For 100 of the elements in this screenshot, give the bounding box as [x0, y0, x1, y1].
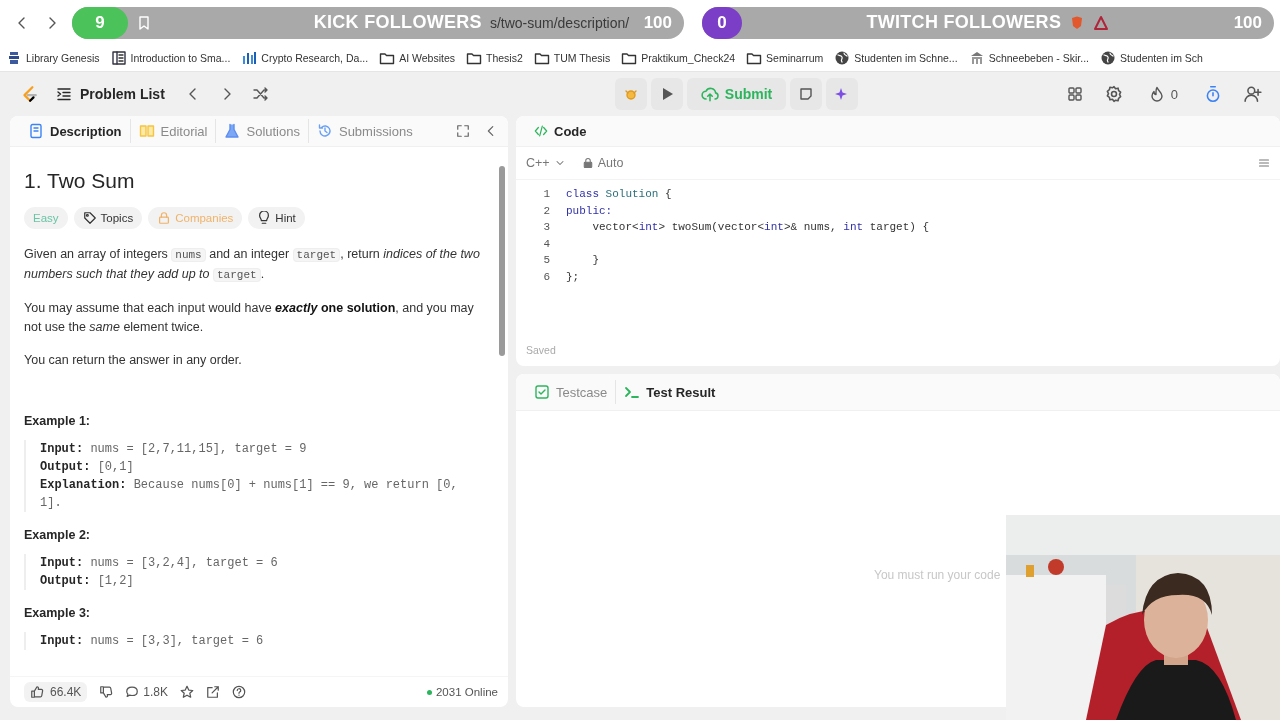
description-paragraph: You may assume that each input would have exactly one solution, and you may not use the same element twice.: [24, 300, 475, 336]
flame-icon: [1148, 85, 1165, 103]
terminal-icon: [624, 384, 641, 400]
bars-icon: [241, 50, 258, 66]
cloud-upload-icon: [700, 85, 719, 103]
description-paragraph: You can return the answer in any order.: [24, 352, 243, 369]
tag-icon: [82, 211, 97, 225]
flask-icon: [224, 123, 241, 139]
checkbox-icon: [534, 384, 550, 400]
bookmark[interactable]: Library Genesis: [6, 50, 100, 66]
code-line: };: [566, 270, 580, 283]
folder-icon: [621, 50, 638, 66]
star-icon: [180, 685, 195, 699]
bookmark[interactable]: Studenten im Sch: [1100, 50, 1203, 66]
grid-icon: [1066, 86, 1083, 102]
folder-icon: [465, 50, 482, 66]
bookmark[interactable]: Thesis2: [465, 50, 523, 66]
language-dropdown[interactable]: C++: [526, 156, 566, 170]
overlay-title: TWITCH FOLLOWERS: [866, 12, 1062, 33]
book-icon: [138, 123, 155, 139]
code-line: class Solution {: [566, 188, 672, 201]
follower-count: 0: [702, 6, 742, 39]
code-line: vector<int> twoSum(vector<int>& nums, int target) {: [591, 221, 930, 234]
add-user-button[interactable]: [1242, 83, 1264, 105]
example-heading: Example 1:: [24, 414, 91, 428]
bulb-icon: [257, 211, 272, 225]
tag-chip[interactable]: Topics: [73, 207, 143, 229]
note-button[interactable]: [790, 78, 823, 110]
dislike-button[interactable]: [99, 685, 114, 699]
description-paragraph: Given an array of integers nums and an integer target , return indices of the two numbers such that they add up to target .: [24, 246, 481, 284]
folder-icon: [746, 50, 763, 66]
folder-icon: [533, 50, 550, 66]
scrollbar[interactable]: [499, 166, 505, 356]
online-count: 2031 Online: [426, 686, 498, 698]
example-line: Input: nums = [2,7,11,15], target = 9: [40, 441, 308, 458]
bookmark[interactable]: TUM Thesis: [533, 50, 611, 66]
line-number: 1: [542, 188, 551, 201]
follower-goal: 100: [1233, 12, 1262, 33]
follower-goal: 100: [643, 12, 672, 33]
add-user-icon: [1244, 85, 1262, 103]
tag-chip[interactable]: Hint: [248, 207, 305, 229]
lock-icon: [581, 157, 594, 169]
thumbs-down-icon: [99, 685, 114, 699]
favorite-button[interactable]: [180, 685, 195, 699]
example-line: Input: nums = [3,2,4], target = 6: [40, 555, 279, 572]
books-icon: [6, 50, 22, 66]
problem-title: 1. Two Sum: [24, 169, 136, 193]
help-button[interactable]: [232, 685, 247, 699]
folder-icon: [379, 50, 396, 66]
history-icon: [316, 123, 333, 139]
expand-icon: [456, 124, 470, 138]
menu-icon: [1258, 157, 1270, 169]
line-number: 3: [542, 221, 551, 234]
streak-button[interactable]: 0: [1142, 84, 1184, 104]
problem-list-button[interactable]: Problem List: [52, 82, 169, 106]
logo-icon: [20, 85, 38, 103]
document-icon: [28, 123, 44, 139]
example-heading: Example 3:: [24, 606, 91, 620]
example-line: Explanation: Because nums[0] + nums[1] == 9, we return [0, 1].: [40, 477, 459, 512]
panel-tab[interactable]: Description: [20, 119, 131, 143]
follower-count: 9: [72, 6, 128, 39]
bookmark[interactable]: Seminarrum: [746, 50, 824, 66]
overlay-title: KICK FOLLOWERS: [313, 12, 482, 33]
thumbs-up-icon: [30, 685, 44, 699]
code-icon: [534, 124, 548, 138]
line-number: 2: [542, 204, 551, 217]
example-line: Output: [0,1]: [40, 459, 135, 476]
bookmark[interactable]: AI Websites: [379, 50, 455, 66]
triangle-icon: [1093, 14, 1110, 31]
example-line: Output: [1,2]: [40, 573, 135, 590]
settings-icon: [1104, 85, 1123, 103]
list-icon: [56, 86, 72, 102]
example-heading: Example 2:: [24, 528, 91, 542]
help-icon: [232, 685, 247, 699]
example-line: Input: nums = [3,3], target = 6: [40, 633, 265, 650]
bookmark-icon: [136, 14, 152, 31]
globe-icon: [834, 50, 851, 66]
stopwatch-icon: [1204, 85, 1222, 103]
comments-button[interactable]: 1.8K: [125, 685, 169, 699]
bookmark[interactable]: Praktikum_Check24: [621, 50, 736, 66]
like-button[interactable]: 66.4K: [24, 682, 88, 702]
url-text: s/two-sum/description/: [489, 14, 631, 31]
share-icon: [206, 685, 221, 699]
bookmark[interactable]: Studenten im Schne...: [834, 50, 958, 66]
lock-icon: [157, 211, 172, 225]
code-line: }: [591, 254, 599, 267]
comment-icon: [125, 685, 140, 699]
line-number: 6: [542, 270, 551, 283]
bookmark[interactable]: Crypto Research, Da...: [241, 50, 369, 66]
ai-button[interactable]: [826, 78, 859, 110]
document-icon: [110, 50, 127, 66]
line-number: 5: [542, 254, 551, 267]
save-status: Saved: [525, 344, 557, 358]
line-number: 4: [542, 237, 551, 250]
globe-icon: [1100, 50, 1117, 66]
bookmark[interactable]: Introduction to Sma...: [110, 50, 231, 66]
result-tab[interactable]: Test Result: [616, 380, 724, 404]
share-button[interactable]: [206, 685, 221, 699]
bookmark[interactable]: Schneebeben - Skir...: [968, 50, 1090, 66]
run-button[interactable]: [650, 78, 683, 110]
